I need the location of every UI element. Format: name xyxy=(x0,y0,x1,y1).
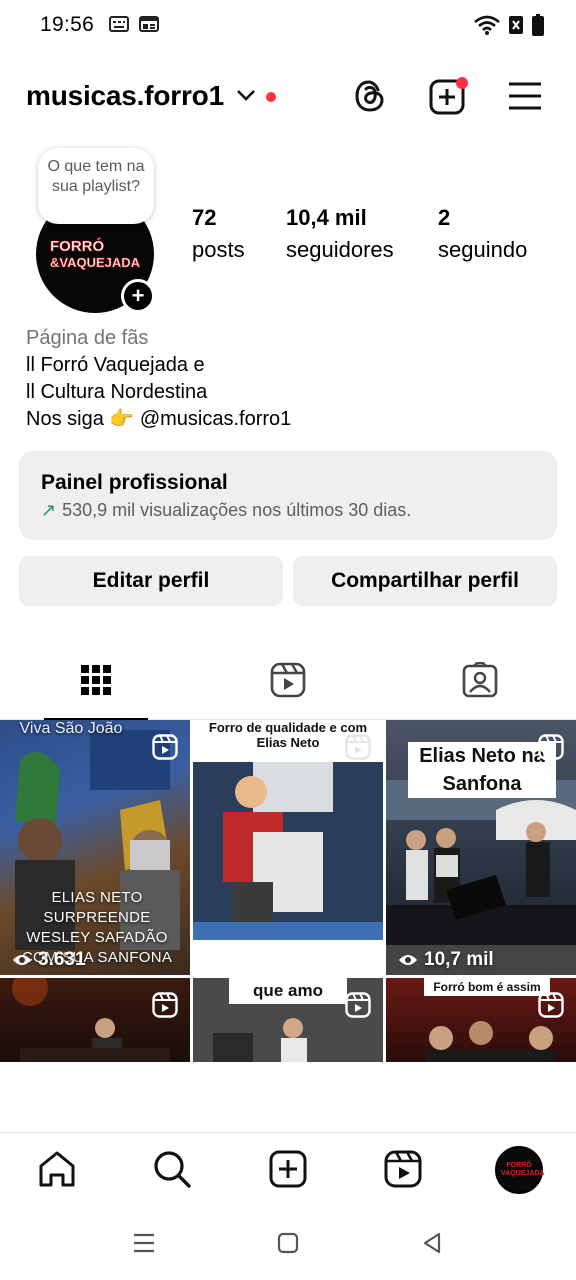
threads-button[interactable] xyxy=(350,76,390,116)
reel-badge-icon xyxy=(152,734,178,760)
post-thumbnail xyxy=(12,978,170,1062)
profile-header: musicas.forro1 xyxy=(0,70,576,124)
views-value: 10,7 mil xyxy=(424,949,494,970)
tab-posts[interactable] xyxy=(0,640,192,721)
post-top-text: Viva São João xyxy=(19,720,123,737)
grid-post[interactable] xyxy=(0,978,190,1062)
post-caption: Elias Neto na Sanfona xyxy=(408,742,556,798)
recent-apps-icon xyxy=(134,1233,154,1253)
home-system-button[interactable] xyxy=(273,1228,303,1258)
stat-value: 2 xyxy=(438,205,451,230)
notification-dot xyxy=(266,92,276,102)
tagged-person-icon xyxy=(462,662,498,698)
views-count: 10,7 mil xyxy=(398,949,494,971)
keyboard-icon xyxy=(109,16,129,32)
stat-label: seguidores xyxy=(286,237,394,262)
reels-icon xyxy=(384,1150,422,1188)
status-time: 19:56 xyxy=(40,13,95,36)
bio-line[interactable]: Nos siga 👉 @musicas.forro1 xyxy=(26,406,291,433)
tab-reels[interactable] xyxy=(192,640,384,720)
create-button[interactable] xyxy=(428,76,468,116)
stat-value: 10,4 mil xyxy=(286,205,367,230)
grid-post[interactable]: que amo xyxy=(193,978,383,1062)
stat-label: posts xyxy=(192,237,245,262)
profile-tabs xyxy=(0,640,576,721)
search-icon xyxy=(154,1151,191,1188)
views-count: 3.631 xyxy=(12,949,86,971)
post-caption: que amo xyxy=(229,978,347,1004)
trend-up-icon: ↗ xyxy=(41,500,57,520)
reel-badge-icon xyxy=(538,992,564,1018)
wifi-icon xyxy=(474,15,500,35)
pro-subtitle: ↗ 530,9 mil visualizações nos últimos 30 … xyxy=(41,500,557,521)
note-bubble[interactable]: O que tem na sua playlist? xyxy=(38,148,154,224)
battery-icon xyxy=(532,14,544,36)
svg-text:FORRÓ: FORRÓ xyxy=(50,237,104,255)
profile-bio: Página de fãs ll Forró Vaquejada e ll Cu… xyxy=(26,325,291,433)
status-notification-icons xyxy=(109,16,159,32)
post-caption: Forró bom é assim xyxy=(424,978,550,996)
nav-search[interactable] xyxy=(150,1147,194,1191)
no-signal-icon xyxy=(509,16,523,34)
grid-post[interactable]: Forro de qualidade e com Elias Neto xyxy=(193,720,383,975)
posts-grid: Viva São João ELIAS NETO SURPREENDE WESL… xyxy=(0,720,576,1062)
eye-icon xyxy=(13,955,31,965)
pro-title: Painel profissional xyxy=(41,471,228,494)
note-text: O que tem na sua playlist? xyxy=(47,158,145,195)
chevron-down-icon[interactable] xyxy=(236,88,256,102)
tab-tagged[interactable] xyxy=(384,640,576,720)
status-system-icons xyxy=(474,14,544,36)
bio-category: Página de fãs xyxy=(26,327,149,349)
reel-badge-icon xyxy=(152,992,178,1018)
post-thumbnail xyxy=(193,762,383,940)
menu-button[interactable] xyxy=(505,76,545,116)
reels-icon xyxy=(270,662,306,698)
forro-vaquejada-logo: FORRÓ &VAQUEJADA xyxy=(50,237,141,271)
username[interactable]: musicas.forro1 xyxy=(26,80,224,112)
stat-label: seguindo xyxy=(438,237,528,262)
plus-square-icon xyxy=(269,1150,307,1188)
plus-square-icon xyxy=(429,77,468,115)
nav-profile[interactable]: FORRÓ VAQUEJADA xyxy=(494,1145,544,1195)
edit-profile-button[interactable]: Editar perfil xyxy=(19,556,283,606)
svg-text:&VAQUEJADA: &VAQUEJADA xyxy=(50,255,141,270)
reel-badge-icon xyxy=(345,992,371,1018)
stat-posts[interactable]: 72 posts xyxy=(192,205,245,263)
professional-dashboard[interactable]: Painel profissional ↗ 530,9 mil visualiza… xyxy=(19,451,557,540)
eye-icon xyxy=(399,955,417,965)
reel-badge-icon xyxy=(538,734,564,760)
hamburger-icon xyxy=(509,82,541,110)
back-button[interactable] xyxy=(417,1228,447,1258)
status-bar: 19:56 xyxy=(0,0,576,50)
system-navigation xyxy=(0,1204,576,1280)
nav-create[interactable] xyxy=(266,1147,310,1191)
nav-avatar-text: FORRÓ VAQUEJADA xyxy=(501,1162,545,1177)
views-value: 3.631 xyxy=(38,949,86,970)
avatar: FORRÓ VAQUEJADA xyxy=(495,1146,545,1194)
recent-apps-button[interactable] xyxy=(129,1228,159,1258)
stat-following[interactable]: 2 seguindo xyxy=(438,205,527,263)
stat-followers[interactable]: 10,4 mil seguidores xyxy=(286,205,394,263)
threads-icon xyxy=(355,80,384,112)
add-story-button[interactable]: + xyxy=(121,279,155,313)
nav-home[interactable] xyxy=(35,1147,79,1191)
bottom-navigation: FORRÓ VAQUEJADA xyxy=(0,1132,576,1204)
reel-badge-icon xyxy=(345,734,371,760)
grid-icon xyxy=(81,665,111,695)
pro-subtitle-text: 530,9 mil visualizações nos últimos 30 d… xyxy=(62,500,412,520)
bio-line: ll Forró Vaquejada e xyxy=(26,354,205,376)
share-profile-button[interactable]: Compartilhar perfil xyxy=(293,556,557,606)
grid-post[interactable]: Viva São João ELIAS NETO SURPREENDE WESL… xyxy=(0,720,190,975)
stat-value: 72 xyxy=(192,205,217,230)
nav-reels[interactable] xyxy=(381,1147,425,1191)
grid-post[interactable]: Elias Neto na Sanfona 10,7 mil xyxy=(386,720,576,975)
news-icon xyxy=(139,16,159,32)
grid-post[interactable]: Forró bom é assim xyxy=(386,978,576,1062)
square-home-icon xyxy=(277,1232,299,1254)
bio-line: ll Cultura Nordestina xyxy=(26,381,208,403)
home-icon xyxy=(39,1151,75,1187)
back-triangle-icon xyxy=(423,1232,441,1254)
